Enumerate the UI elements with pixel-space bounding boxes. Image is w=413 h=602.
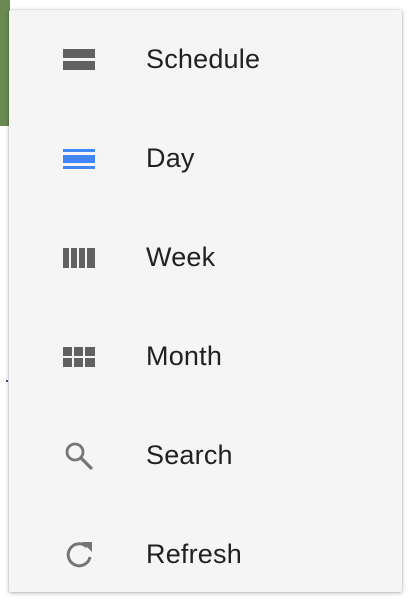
menu-item-schedule[interactable]: Schedule (9, 10, 402, 109)
search-icon (61, 438, 97, 474)
refresh-icon (61, 537, 97, 573)
month-icon (61, 339, 97, 375)
menu-item-label: Week (146, 242, 216, 272)
menu-item-month[interactable]: Month (9, 307, 402, 406)
screen: Schedule Day Week Month Search Refresh (0, 0, 413, 602)
menu-item-label: Day (146, 143, 195, 173)
menu-item-label: Schedule (146, 44, 261, 74)
menu-item-day[interactable]: Day (9, 109, 402, 208)
week-icon (61, 240, 97, 276)
view-menu: Schedule Day Week Month Search Refresh (9, 10, 402, 592)
menu-item-week[interactable]: Week (9, 208, 402, 307)
schedule-icon (61, 42, 97, 78)
menu-item-label: Search (146, 440, 233, 470)
menu-item-label: Refresh (146, 539, 242, 569)
menu-item-refresh[interactable]: Refresh (9, 505, 402, 602)
background-mark (6, 380, 8, 382)
menu-item-label: Month (146, 341, 223, 371)
menu-item-search[interactable]: Search (9, 406, 402, 505)
day-icon (61, 141, 97, 177)
